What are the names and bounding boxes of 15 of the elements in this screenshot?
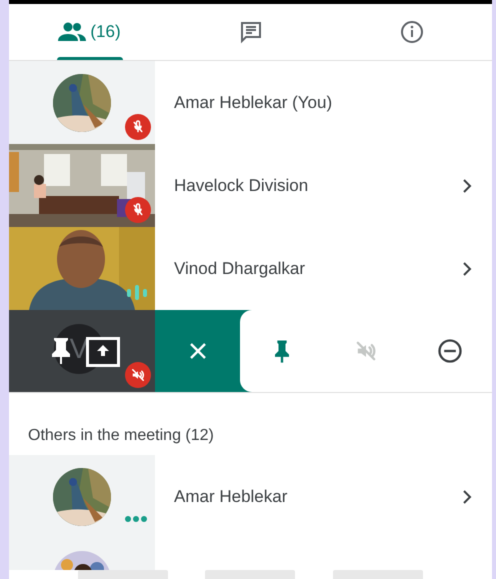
people-tab[interactable]: (16) [9,4,170,60]
participant-name: Amar Heblekar (You) [174,92,332,112]
present-screen-icon [86,337,120,367]
people-icon [58,22,86,42]
dots-icon [125,516,147,522]
participant-name: Havelock Division [174,176,308,196]
section-heading: Others in the meeting (12) [27,426,215,446]
participant-name: Vinod Dhargalkar [174,258,306,278]
info-icon [400,20,424,44]
mic-off-icon [125,114,151,140]
close-icon [188,341,208,361]
audio-level-icon [127,284,147,300]
participant-name: Amar Heblekar [174,486,288,506]
remove-icon [436,337,464,365]
chat-icon [238,20,262,44]
